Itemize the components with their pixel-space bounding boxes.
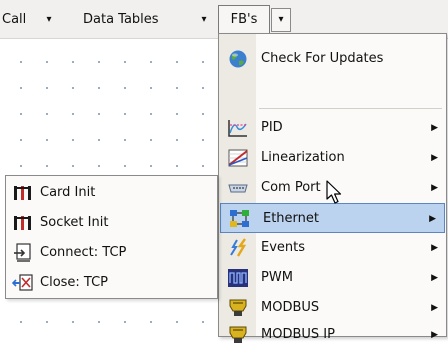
menu-data-tables-dropdown-icon[interactable]: ▾ — [197, 10, 211, 30]
tcp-block-icon — [14, 216, 31, 230]
menu-item-events[interactable]: Events ▶ — [219, 233, 446, 263]
globe-icon — [229, 50, 247, 68]
connect-block-icon — [14, 243, 31, 262]
menu-item-label: MODBUS IP — [261, 327, 335, 342]
menu-item-check-for-updates[interactable]: Check For Updates — [219, 44, 446, 74]
pwm-waveform-icon — [228, 269, 248, 287]
submenu-item-card-init[interactable]: Card Init — [6, 178, 217, 208]
submenu-arrow-icon: ▶ — [431, 273, 438, 283]
menu-item-ethernet[interactable]: Ethernet ▶ — [220, 203, 445, 233]
submenu-item-close-tcp[interactable]: Close: TCP — [6, 268, 217, 298]
menu-item-label: Events — [261, 240, 306, 255]
submenu-arrow-icon: ▶ — [431, 153, 438, 163]
menu-item-label: Check For Updates — [261, 51, 384, 66]
events-bolt-icon — [230, 238, 247, 257]
linearization-graph-icon — [228, 149, 248, 167]
submenu-arrow-icon: ▶ — [431, 303, 438, 313]
menu-item-linearization[interactable]: Linearization ▶ — [219, 143, 446, 173]
submenu-arrow-icon: ▶ — [431, 123, 438, 133]
menu-fbs-dropdown-icon[interactable]: ▾ — [271, 8, 291, 32]
menu-item-label: Linearization — [261, 150, 345, 165]
menu-data-tables[interactable]: Data Tables — [83, 10, 159, 30]
submenu-item-label: Connect: TCP — [40, 245, 127, 260]
menu-call-dropdown-icon[interactable]: ▾ — [42, 10, 56, 30]
submenu-item-socket-init[interactable]: Socket Init — [6, 208, 217, 238]
menu-item-pwm[interactable]: PWM ▶ — [219, 263, 446, 293]
menu-item-modbus-ip[interactable]: MODBUS IP ▶ — [219, 320, 446, 350]
pid-chart-icon — [228, 120, 247, 137]
tcp-block-icon — [14, 186, 31, 200]
menu-fbs[interactable]: FB's — [218, 5, 270, 34]
menu-item-label: Ethernet — [263, 211, 319, 226]
menu-item-pid[interactable]: PID ▶ — [219, 113, 446, 143]
submenu-arrow-icon: ▶ — [431, 183, 438, 193]
close-block-icon — [12, 274, 33, 291]
mouse-cursor-icon — [326, 180, 342, 204]
menu-item-modbus[interactable]: MODBUS ▶ — [219, 293, 446, 323]
serial-port-icon — [228, 184, 248, 193]
submenu-arrow-icon: ▶ — [431, 243, 438, 253]
menu-item-label: MODBUS — [261, 300, 320, 315]
submenu-item-label: Card Init — [40, 185, 96, 200]
menu-item-label: PWM — [261, 270, 293, 285]
menu-call[interactable]: Call — [2, 10, 26, 30]
submenu-item-connect-tcp[interactable]: Connect: TCP — [6, 238, 217, 268]
ethernet-network-icon — [230, 210, 249, 227]
submenu-item-label: Socket Init — [40, 215, 109, 230]
menu-separator — [259, 108, 442, 109]
submenu-arrow-icon: ▶ — [431, 330, 438, 340]
submenu-item-label: Close: TCP — [40, 275, 109, 290]
modbus-ip-plug-icon — [229, 326, 247, 343]
submenu-arrow-icon: ▶ — [429, 214, 436, 224]
menu-item-label: PID — [261, 120, 283, 135]
menu-item-label: Com Port — [261, 180, 321, 195]
modbus-plug-icon — [229, 299, 247, 316]
ethernet-submenu: Card Init Socket Init Connect: TCP Close… — [5, 175, 218, 299]
